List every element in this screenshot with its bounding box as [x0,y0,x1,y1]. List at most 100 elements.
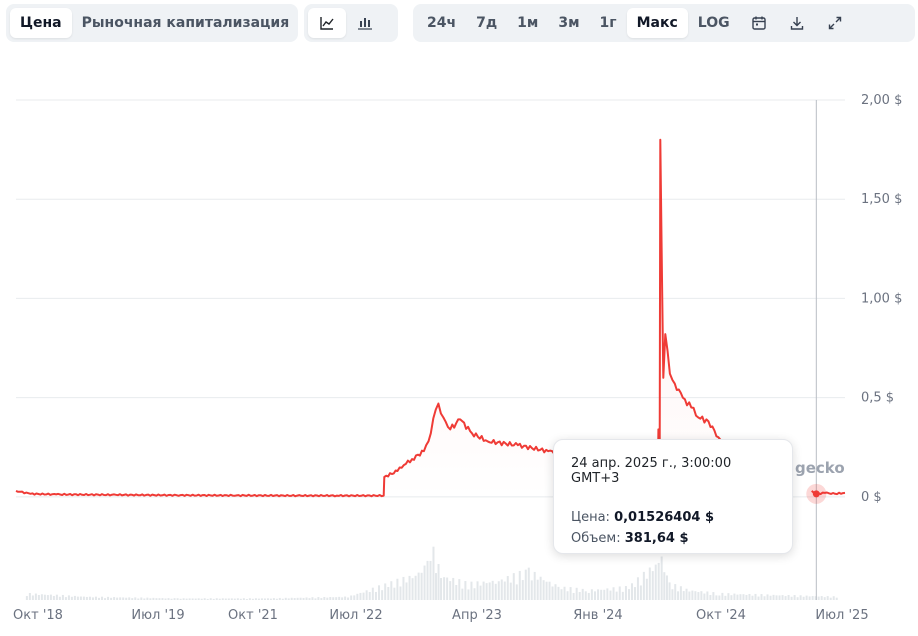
volume-bar [164,598,167,600]
volume-bar [390,581,393,600]
volume-bar [46,595,49,600]
volume-bar [805,595,808,600]
volume-bar [239,598,242,600]
tab-market-cap[interactable]: Рыночная капитализация [72,8,300,38]
tab-price[interactable]: Цена [10,8,72,38]
volume-bar [254,598,257,600]
volume-bar [335,597,338,600]
volume-bar [396,578,399,600]
volume-bar [679,586,682,600]
volume-bar [37,594,40,600]
volume-bar [665,575,668,600]
volume-bar [236,598,239,600]
candlestick-chart-icon[interactable] [346,8,384,38]
volume-bar [411,578,414,600]
volume-bar [563,586,566,600]
volume-bar [290,597,293,600]
volume-bar [134,597,137,600]
volume-bar [275,598,278,600]
volume-bar [426,560,429,600]
volume-bar [384,583,387,600]
range-24h-button[interactable]: 24ч [417,8,466,38]
volume-bar [618,586,621,600]
volume-bar [305,597,308,600]
volume-bar [512,573,515,600]
volume-bar [85,596,88,600]
volume-bar [362,592,365,600]
volume-bar [663,572,666,600]
volume-bar [491,580,494,600]
volume-bar [353,595,356,600]
volume-bar [802,596,805,600]
volume-bar [688,591,691,600]
volume-bar [482,581,485,600]
volume-bar [639,585,642,600]
log-scale-button[interactable]: LOG [688,8,740,38]
volume-bar [149,598,152,600]
volume-bar [691,590,694,600]
y-tick-label: 0 $ [861,490,882,505]
range-3m-button[interactable]: 3м [548,8,589,38]
volume-bar [58,596,61,600]
volume-bar [257,598,260,600]
volume-bar [603,589,606,600]
volume-bar [405,582,408,600]
volume-bar [479,585,482,600]
range-max-button[interactable]: Макс [626,8,688,38]
volume-bar [158,598,161,600]
volume-bar [572,592,575,600]
volume-bar [518,570,521,600]
download-icon[interactable] [778,8,816,38]
volume-bar [40,594,43,600]
volume-bar [31,595,34,600]
volume-bar [272,598,275,600]
volume-bar [408,575,411,600]
volume-bar [736,594,739,600]
volume-bar [101,596,104,600]
volume-bar [194,598,197,600]
y-tick-label: 2,00 $ [861,93,902,108]
volume-bar [311,597,314,600]
range-1y-button[interactable]: 1г [590,8,627,38]
volume-bar [55,594,58,600]
volume-bar [70,596,73,600]
volume-bar [739,594,742,600]
volume-bar [685,588,688,600]
calendar-icon[interactable] [740,8,778,38]
volume-bar [645,578,648,600]
volume-bar [703,593,706,600]
x-tick-label: Окт '18 [13,608,63,623]
volume-bar [233,598,236,600]
volume-bar [34,593,37,600]
volume-bar [281,598,284,600]
volume-bar [578,592,581,600]
price-tooltip: 24 апр. 2025 г., 3:00:00 GMT+3 Цена: 0,0… [553,439,793,554]
volume-bar [621,591,624,600]
volume-bar [633,587,636,600]
volume-bar [700,591,703,600]
volume-bar [829,597,832,600]
x-tick-label: Янв '24 [573,608,622,623]
line-chart-icon[interactable] [308,8,346,38]
volume-bar [347,597,350,600]
volume-bar [455,584,458,600]
volume-bar [718,595,721,600]
range-7d-button[interactable]: 7д [466,8,507,38]
volume-bar [278,597,281,600]
range-1m-button[interactable]: 1м [507,8,548,38]
volume-bar [458,579,461,600]
volume-bar [569,587,572,600]
volume-bar [341,597,344,600]
range-group: 24ч 7д 1м 3м 1г Макс LOG [413,4,915,42]
volume-bar [715,595,718,600]
volume-bar [212,598,215,600]
volume-bar [628,589,631,600]
volume-bar [709,594,712,600]
volume-bar [724,595,727,600]
volume-bar [539,576,542,600]
volume-bar [91,597,94,600]
volume-bar [82,596,85,600]
expand-icon[interactable] [816,8,854,38]
volume-bar [473,588,476,600]
volume-bar [146,597,149,600]
